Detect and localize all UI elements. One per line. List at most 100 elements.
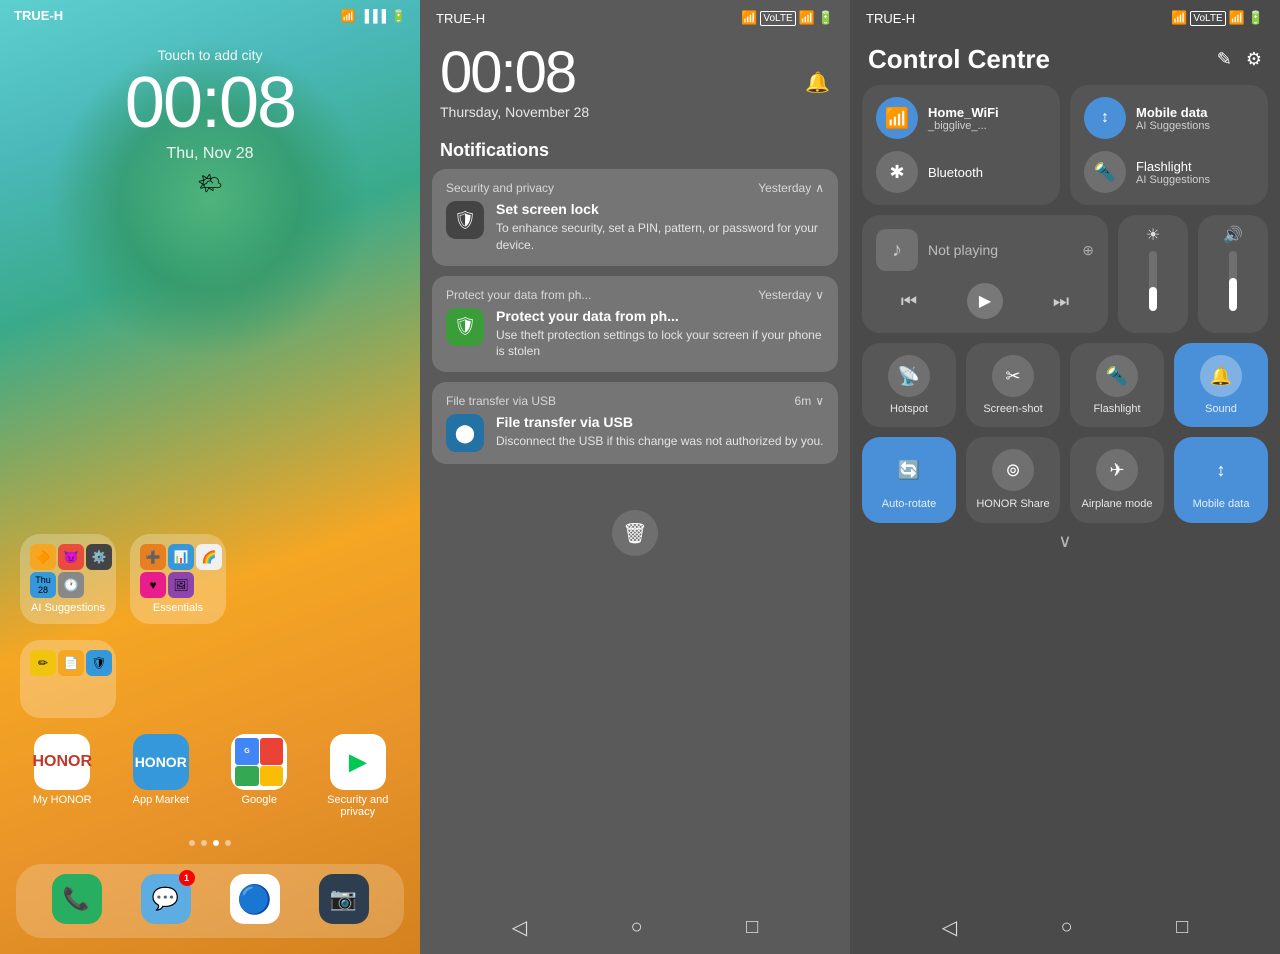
home-carrier: TRUE-H [14,8,63,23]
phone-icon: 📞 [52,874,102,924]
dock-chrome[interactable]: 🔵 [220,874,290,928]
expand-arrow[interactable]: ∨ [850,523,1280,560]
dot-1 [189,840,195,846]
notif-navbar: ◁ ○ □ [420,901,850,954]
ctrl-title: Control Centre [868,44,1050,75]
notif-card-3[interactable]: File transfer via USB 6m ∨ ⬤ File transf… [432,382,838,464]
home-weather-icon: 🌤 [0,171,420,196]
notif-heading: Notifications [420,128,850,169]
folder-app-2: 😈 [58,544,84,570]
messages-icon: 💬 1 [141,874,191,924]
brightness-tile[interactable]: ☀ [1118,215,1188,333]
notif-text-3: File transfer via USB Disconnect the USB… [496,414,824,450]
screenshot-toggle[interactable]: ✂ Screen-shot [966,343,1060,427]
dock-phone[interactable]: 📞 [42,874,112,928]
wifi-bluetooth-tile[interactable]: 📶 Home_WiFi _bigglive_... ✱ Bluetooth [862,85,1060,205]
home-status-icons: 📶 ▐▐▐ 🔋 [341,9,406,23]
clear-notifications-button[interactable]: 🗑 [612,510,658,556]
folder-app-5: 🕐 [58,572,84,598]
flashlight-toggle[interactable]: 🔦 Flashlight [1070,343,1164,427]
ctrl-toggles-row1: 📡 Hotspot ✂ Screen-shot 🔦 Flashlight 🔔 S… [850,343,1280,427]
brightness-fill [1149,287,1157,311]
office-app-3: 🛡 [86,650,112,676]
ctrl-status-icons: 📶 VoLTE 📶 🔋 [1171,10,1264,26]
google-label: Google [224,794,294,806]
honor-share-toggle[interactable]: ⊚ HONOR Share [966,437,1060,523]
flashlight-toggle-icon: 🔦 [1096,355,1138,397]
mobile-data-toggle[interactable]: ↕ Mobile data [1174,437,1268,523]
ctrl-wifi-icon: 📶 [1171,10,1187,26]
notif-icon-3: ⬤ [446,414,484,452]
ctrl-settings-icon[interactable]: ⚙ [1246,49,1262,70]
notif-expand-1: ∧ [815,181,824,195]
folder-row-2: ✏ 📄 🛡 [20,640,400,718]
office-folder[interactable]: ✏ 📄 🛡 [20,640,116,718]
ctrl-recents-button[interactable]: □ [1176,916,1188,939]
ai-suggestions-folder[interactable]: 🔶 😈 ⚙️ Thu28 🕐 AI Suggestions [20,534,116,624]
office-app-1: ✏ [30,650,56,676]
mobile-flashlight-tile[interactable]: ↕ Mobile data AI Suggestions 🔦 Flashligh… [1070,85,1268,205]
airplane-icon: ✈ [1096,449,1138,491]
wifi-info: Home_WiFi _bigglive_... [928,105,999,132]
wifi-name: Home_WiFi [928,105,999,120]
notif-icon-2: 🛡 [446,308,484,346]
airplane-label: Airplane mode [1082,497,1153,511]
bluetooth-icon: ✱ [876,151,918,193]
airplane-toggle[interactable]: ✈ Airplane mode [1070,437,1164,523]
hotspot-toggle[interactable]: 📡 Hotspot [862,343,956,427]
app-market-app[interactable]: HONOR App Market [126,734,196,818]
autorotate-icon: 🔄 [888,449,930,491]
media-tile[interactable]: ♪ Not playing ⊕ ⏮ ▶ ⏭ [862,215,1108,333]
app-market-icon: HONOR [133,734,189,790]
mobile-info: Mobile data AI Suggestions [1136,105,1210,132]
mobile-data-icon: ↕ [1084,97,1126,139]
dock-messages[interactable]: 💬 1 [131,874,201,928]
volume-tile[interactable]: 🔊 [1198,215,1268,333]
ctrl-carrier: TRUE-H [866,11,915,26]
notif-card-2[interactable]: Protect your data from ph... Yesterday ∨… [432,276,838,373]
sound-toggle[interactable]: 🔔 Sound [1174,343,1268,427]
home-clock-area: Touch to add city 00:08 Thu, Nov 28 🌤 [0,47,420,196]
play-store-label: Security and privacy [323,794,393,818]
flashlight-info: Flashlight AI Suggestions [1136,159,1210,186]
folder-app-6 [86,572,112,598]
dot-4 [225,840,231,846]
home-signal-icon: ▐▐▐ [361,9,387,23]
google-app[interactable]: G Google [224,734,294,818]
play-store-app[interactable]: ▶ Security and privacy [323,734,393,818]
flashlight-row: 🔦 Flashlight AI Suggestions [1084,151,1254,193]
flashlight-toggle-label: Flashlight [1093,403,1140,415]
mobile-data-toggle-icon: ↕ [1200,449,1242,491]
notif-wifi-icon: 📶 [741,10,757,26]
home-time: 00:08 [0,67,420,139]
notif-time-1: Yesterday ∧ [758,181,824,195]
ctrl-status-bar: TRUE-H 📶 VoLTE 📶 🔋 [850,0,1280,32]
my-honor-label: My HONOR [27,794,97,806]
notif-back-button[interactable]: ◁ [512,915,527,940]
essentials-folder[interactable]: ➕ 📊 🌈 ♥ 🖼 Essentials [130,534,226,624]
hotspot-icon: 📡 [888,355,930,397]
notif-recents-button[interactable]: □ [746,916,758,939]
screenshot-icon: ✂ [992,355,1034,397]
dock-camera[interactable]: 📷 [309,874,379,928]
app-icons-row: HONOR My HONOR HONOR App Market G Google [20,734,400,818]
my-honor-app[interactable]: HONOR My HONOR [27,734,97,818]
media-top-row: Not playing ⊕ [928,242,1094,259]
ctrl-battery-icon: 🔋 [1248,10,1264,26]
ctrl-edit-icon[interactable]: ✎ [1217,49,1232,70]
media-next-button[interactable]: ⏭ [1053,291,1069,312]
ctrl-home-button[interactable]: ○ [1061,916,1073,939]
media-prev-button[interactable]: ⏮ [901,291,917,312]
ctrl-back-button[interactable]: ◁ [942,915,957,940]
mobile-row: ↕ Mobile data AI Suggestions [1084,97,1254,139]
media-play-button[interactable]: ▶ [967,283,1003,319]
autorotate-toggle[interactable]: 🔄 Auto-rotate [862,437,956,523]
notif-card-1[interactable]: Security and privacy Yesterday ∧ 🛡 Set s… [432,169,838,266]
notif-icon-1: 🛡 [446,201,484,239]
notif-home-button[interactable]: ○ [631,916,643,939]
essentials-app-6 [196,572,222,598]
notif-source-3: File transfer via USB [446,394,556,408]
wifi-row: 📶 Home_WiFi _bigglive_... [876,97,1046,139]
notif-bell-icon[interactable]: 🔔 [805,70,830,95]
notifications-panel: TRUE-H 📶 VoLTE 📶 🔋 00:08 Thursday, Novem… [420,0,850,954]
